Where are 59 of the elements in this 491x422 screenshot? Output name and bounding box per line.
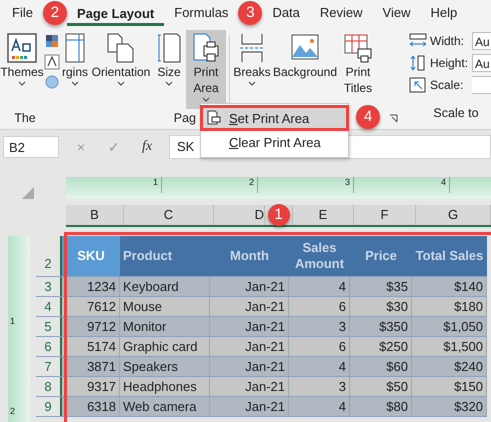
table-cell: 6 <box>289 297 350 316</box>
step-badge: 2 <box>42 1 67 25</box>
table-cell: 9712 <box>62 317 120 336</box>
table-cell: Jan-21 <box>210 397 289 416</box>
table-cell: 4 <box>289 397 350 416</box>
table-cell: Jan-21 <box>210 317 289 336</box>
table-cell: $180 <box>412 297 487 316</box>
table-cell: 5174 <box>62 337 120 356</box>
table-cell: 3871 <box>62 357 120 376</box>
table-cell: Mouse <box>120 297 210 316</box>
table-cell: 4 <box>289 357 350 376</box>
vertical-ruler: 1 2 <box>8 236 30 422</box>
table-cell: Jan-21 <box>210 377 289 396</box>
table-cell: Jan-21 <box>210 357 289 376</box>
group-label: Pag <box>172 111 197 125</box>
table-cell: $150 <box>412 377 487 396</box>
table-cell: $50 <box>350 377 412 396</box>
table-cell: $35 <box>350 277 412 296</box>
group-label: The <box>13 111 37 125</box>
field-label: Scale: <box>430 78 464 92</box>
table-cell: $1,500 <box>412 337 487 356</box>
column-heading-cell-text: Month <box>229 247 270 265</box>
table-cell: $30 <box>350 297 412 316</box>
table-cell: 7612 <box>62 297 120 316</box>
table-cell: $250 <box>350 337 412 356</box>
table-cell: Web camera <box>120 397 210 416</box>
table-cell: $350 <box>350 317 412 336</box>
table-cell: Keyboard <box>120 277 210 296</box>
column-heading-cell-text: Total Sales <box>414 247 484 265</box>
column-heading-cell-text: Product <box>122 247 174 265</box>
table-cell: Graphic card <box>120 337 210 356</box>
table-cell: 9317 <box>62 377 120 396</box>
field-label: Width: <box>430 34 466 48</box>
table-cell: $80 <box>350 397 412 416</box>
table-cell: $140 <box>412 277 487 296</box>
column-heading-cell-text: Sales Amount <box>294 239 346 273</box>
step-badge: 1 <box>268 204 290 226</box>
ruler: 1 2 3 4 <box>66 177 491 199</box>
table-cell: Speakers <box>120 357 210 376</box>
table-cell: $240 <box>412 357 487 376</box>
table-cell: Jan-21 <box>210 297 289 316</box>
table-cell: $60 <box>350 357 412 376</box>
table-cell: 4 <box>289 277 350 296</box>
table-cell: 3 <box>289 317 350 336</box>
group-label: Scale to <box>432 106 480 120</box>
table-cell: $320 <box>412 397 487 416</box>
table-cell: 1234 <box>62 277 120 296</box>
table-cell: Jan-21 <box>210 277 289 296</box>
table-cell: 6318 <box>62 397 120 416</box>
field-label: Height: <box>430 56 470 70</box>
table-cell: $1,050 <box>412 317 487 336</box>
column-heading-cell: SKU <box>62 236 120 276</box>
step-badge: 3 <box>238 1 262 25</box>
table-cell: Headphones <box>120 377 210 396</box>
table-cell: Monitor <box>120 317 210 336</box>
table-cell: Jan-21 <box>210 337 289 356</box>
column-heading-cell-text: Price <box>364 247 398 265</box>
table-cell: 6 <box>289 337 350 356</box>
table-cell: 3 <box>289 377 350 396</box>
